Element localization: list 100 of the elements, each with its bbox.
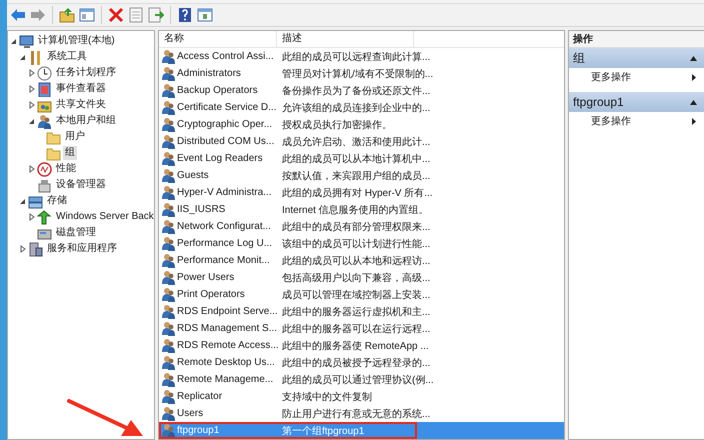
group-row[interactable]: Certificate Service D... 允许该组的成员连接到企业中的... [159, 99, 564, 116]
users-icon [161, 355, 176, 370]
tree-item[interactable]: 共享文件夹 [54, 98, 108, 112]
expand-icon[interactable] [19, 245, 26, 253]
back-icon[interactable] [10, 7, 26, 23]
tree-item[interactable]: 计算机管理(本地) [36, 34, 117, 48]
tree-item[interactable]: 存储 [45, 194, 69, 208]
device-icon [37, 178, 52, 192]
group-description: 授权成员执行加密操作。 [281, 118, 392, 132]
group-description: 此组中的服务器运行虚拟机和主... [281, 306, 430, 318]
group-row[interactable]: RDS Management S... 此组中的服务器可以在运行远程... [159, 320, 564, 337]
actions-header: 操作 [569, 31, 704, 48]
expand-icon[interactable] [28, 69, 35, 77]
tree-item[interactable]: Windows Server Back [54, 210, 154, 224]
group-name: Network Configurat... [177, 221, 271, 232]
users-icon [161, 151, 176, 166]
pane-icon[interactable] [197, 7, 213, 23]
group-row[interactable]: IIS_IUSRS Internet 信息服务使用的内置组。 [159, 201, 564, 218]
tree-item[interactable]: 系统工具 [45, 50, 89, 64]
group-row[interactable]: Guests 按默认值，来宾跟用户组的成员... [159, 167, 564, 184]
group-description: 成员允许启动、激活和使用此计... [281, 136, 430, 148]
tree-item[interactable]: 任务计划程序 [54, 66, 118, 80]
collapse-icon[interactable] [19, 54, 26, 60]
users-icon [161, 168, 176, 183]
action-link[interactable]: 更多操作 [591, 70, 631, 84]
group-name: IIS_IUSRS [177, 204, 226, 215]
tree-item[interactable]: 本地用户和组 [54, 114, 118, 128]
group-description: 防止用户进行有意或无意的系统... [281, 408, 430, 420]
group-row[interactable]: Cryptographic Oper... 授权成员执行加密操作。 [159, 116, 564, 133]
delete-icon[interactable] [108, 7, 124, 23]
group-description: Internet 信息服务使用的内置组。 [281, 204, 429, 216]
storage-icon [28, 194, 43, 208]
users-icon [161, 66, 176, 81]
users-icon [161, 202, 176, 217]
tree-item[interactable]: 服务和应用程序 [45, 242, 119, 256]
group-description: 允许该组的成员连接到企业中的... [281, 102, 430, 114]
tree-item[interactable]: 磁盘管理 [54, 226, 98, 240]
group-description: 备份操作员为了备份或还原文件... [281, 84, 430, 98]
section-header[interactable]: ftpgroup1 [569, 92, 704, 112]
group-description: 成员可以管理在域控制器上安装... [281, 288, 430, 302]
group-name: Remote Desktop Us... [177, 357, 275, 368]
section-header[interactable]: 组 [569, 48, 704, 68]
group-row[interactable]: Hyper-V Administra... 此组的成员拥有对 Hyper-V 所有... [159, 184, 564, 201]
export-icon[interactable] [148, 7, 164, 23]
group-row[interactable]: Users 防止用户进行有意或无意的系统... [159, 405, 564, 422]
users-icon [161, 338, 176, 353]
group-row[interactable]: Performance Log U... 该组中的成员可以计划进行性能... [159, 235, 564, 252]
group-name: Remote Manageme... [177, 374, 274, 385]
group-description: 此组中的成员被授予远程登录的... [281, 356, 430, 370]
group-description: 此组的成员可以从本地计算机中... [281, 152, 430, 166]
users-icon [161, 372, 176, 387]
users-icon [161, 49, 176, 64]
expand-icon[interactable] [28, 165, 35, 173]
collapse-icon[interactable] [28, 118, 35, 124]
group-row[interactable]: Distributed COM Us... 成员允许启动、激活和使用此计... [159, 133, 564, 150]
group-row[interactable]: RDS Endpoint Serve... 此组中的服务器运行虚拟机和主... [159, 303, 564, 320]
group-description: 包括高级用户以向下兼容，高级... [281, 272, 430, 284]
group-description: 此组中的服务器可以在运行远程... [281, 322, 430, 336]
group-row[interactable]: Backup Operators 备份操作员为了备份或还原文件... [159, 82, 564, 99]
group-description: 第一个组ftpgroup1 [281, 424, 364, 438]
expand-icon[interactable] [28, 85, 35, 93]
group-row[interactable]: Power Users 包括高级用户以向下兼容，高级... [159, 269, 564, 286]
group-row[interactable]: RDS Remote Access... 此组中的服务器使 RemoteApp ... [159, 337, 564, 354]
group-name: ftpgroup1 [177, 425, 220, 436]
collapse-icon[interactable] [19, 198, 26, 204]
folder-icon [46, 146, 61, 160]
group-row[interactable]: Performance Monit... 此组的成员可以从本地和远程访... [159, 252, 564, 269]
up-folder-icon[interactable] [59, 7, 75, 23]
collapse-icon[interactable] [689, 98, 698, 106]
tools-icon [28, 50, 43, 64]
group-description: 按默认值，来宾跟用户组的成员... [281, 170, 430, 182]
group-row[interactable]: Network Configurat... 此组中的成员有部分管理权限来... [159, 218, 564, 235]
column-header[interactable]: 名称 [159, 31, 277, 47]
group-row[interactable]: Remote Desktop Us... 此组中的成员被授予远程登录的... [159, 354, 564, 371]
group-name: Users [177, 408, 204, 419]
pane-icon[interactable] [79, 7, 95, 23]
group-row[interactable]: Administrators 管理员对计算机/域有不受限制的... [159, 65, 564, 82]
group-row[interactable]: Event Log Readers 此组的成员可以从本地计算机中... [159, 150, 564, 167]
group-row[interactable]: Remote Manageme... 此组的成员可以通过管理协议(例... [159, 371, 564, 388]
properties-icon[interactable] [128, 7, 144, 23]
expand-icon[interactable] [28, 101, 35, 109]
users-icon [161, 304, 176, 319]
action-link[interactable]: 更多操作 [591, 114, 631, 128]
expand-icon[interactable] [28, 213, 35, 221]
group-row[interactable]: Print Operators 成员可以管理在域控制器上安装... [159, 286, 564, 303]
collapse-icon[interactable] [689, 54, 698, 62]
users-icon [161, 321, 176, 336]
collapse-icon[interactable] [10, 38, 17, 44]
group-row[interactable]: Access Control Assi... 此组的成员可以远程查询此计算... [159, 48, 564, 65]
help-icon[interactable] [177, 7, 193, 23]
tree-item[interactable]: 事件查看器 [54, 82, 108, 96]
group-name: Distributed COM Us... [177, 136, 274, 147]
group-row[interactable]: Replicator 支持域中的文件复制 [159, 388, 564, 405]
tree-item[interactable]: 用户 [63, 130, 87, 144]
gauge-icon [37, 162, 52, 176]
group-name: Administrators [177, 68, 241, 79]
tree-item[interactable]: 设备管理器 [54, 178, 108, 192]
tree-item[interactable]: 性能 [54, 162, 78, 176]
column-header[interactable]: 描述 [277, 31, 414, 47]
tree-item[interactable]: 组 [63, 146, 77, 160]
